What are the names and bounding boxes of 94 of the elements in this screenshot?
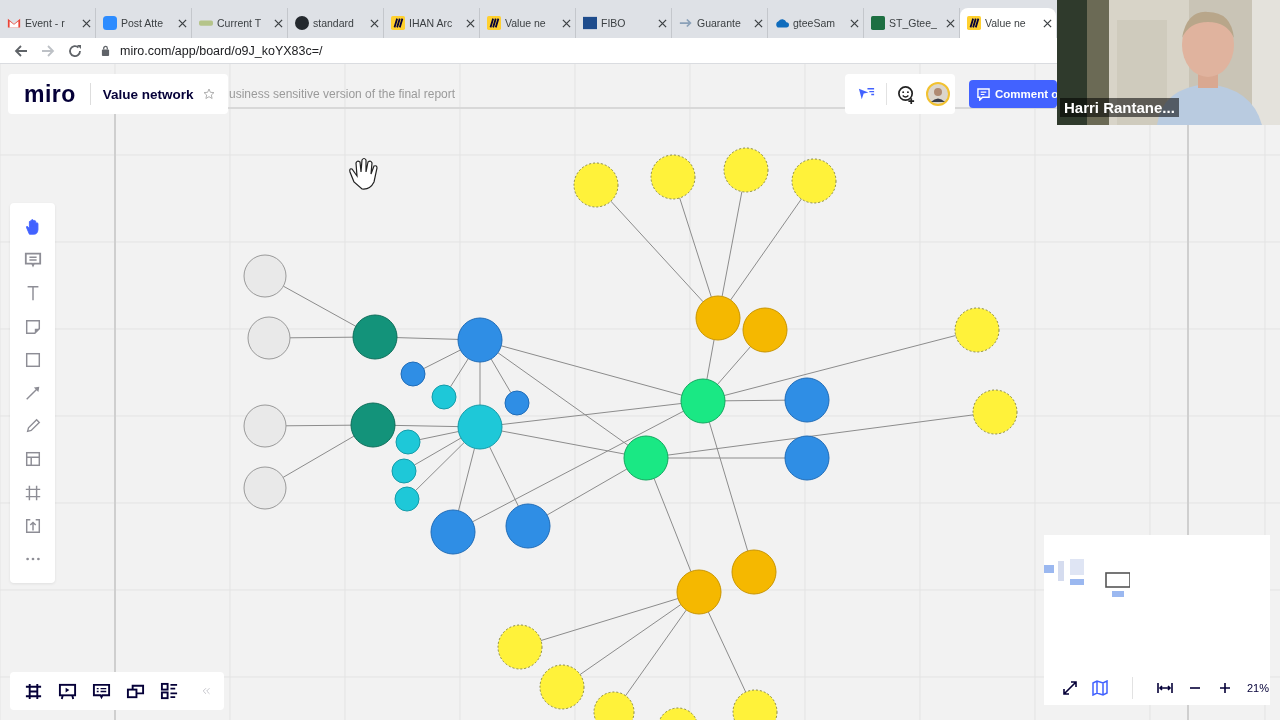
add-reaction-icon[interactable] — [897, 84, 916, 104]
logo-icon — [967, 16, 981, 30]
diagram-node — [497, 624, 543, 670]
diagram-node — [457, 317, 503, 363]
tab-title: Event - r — [25, 17, 66, 29]
participant-name: Harri Rantane... — [1060, 98, 1179, 117]
close-icon[interactable] — [466, 18, 475, 28]
diagram-node — [243, 254, 287, 298]
square-icon[interactable] — [23, 350, 42, 369]
diagram-node — [539, 664, 585, 710]
close-icon[interactable] — [850, 18, 859, 28]
close-icon[interactable] — [562, 18, 571, 28]
tab-title: Current T — [217, 17, 263, 29]
diagram-node — [676, 569, 722, 615]
lock-icon — [101, 45, 110, 56]
close-icon[interactable] — [754, 18, 763, 28]
tab-title: Value ne — [985, 17, 1027, 29]
sticky-note-icon[interactable] — [23, 317, 42, 336]
fullscreen-icon[interactable] — [1062, 680, 1078, 696]
close-icon[interactable] — [178, 18, 187, 28]
fit-width-icon[interactable] — [1157, 680, 1173, 696]
tab-title: Value ne — [505, 17, 547, 29]
diagram-node — [742, 307, 788, 353]
close-icon[interactable] — [1043, 18, 1052, 28]
camera-icon — [103, 16, 117, 30]
mail-icon — [7, 16, 21, 30]
tab-title: ST_Gtee_ — [889, 17, 938, 29]
tab-title: Post Atte — [121, 17, 165, 29]
comment-icon[interactable] — [92, 681, 111, 701]
diagram-node — [394, 486, 420, 512]
reload-icon[interactable] — [68, 43, 82, 58]
connector-line — [706, 339, 715, 380]
logo-icon — [391, 16, 405, 30]
diagram-node — [400, 361, 426, 387]
back-icon[interactable] — [14, 43, 28, 58]
diagram-node — [657, 707, 699, 720]
hand-icon[interactable] — [23, 218, 42, 236]
map-icon[interactable] — [1092, 680, 1108, 696]
diagram-node — [593, 691, 635, 720]
arrow-icon — [679, 16, 693, 30]
star-icon[interactable] — [202, 88, 215, 100]
logo-icon — [583, 16, 597, 30]
diagram-node — [784, 435, 830, 481]
close-icon[interactable] — [82, 18, 91, 28]
connector-line — [724, 399, 786, 402]
diagram-node — [695, 295, 741, 341]
diagram-node — [791, 158, 837, 204]
diagram-node — [352, 314, 398, 360]
diagram-node — [680, 378, 726, 424]
miro-logo[interactable]: miro — [24, 80, 76, 108]
round-logo-icon — [295, 16, 309, 30]
close-icon[interactable] — [658, 18, 667, 28]
diagram-node — [732, 689, 778, 720]
tab-title: standard — [313, 17, 355, 29]
tab-title: FIBO — [601, 17, 627, 29]
close-icon[interactable] — [274, 18, 283, 28]
diagram-node — [784, 377, 830, 423]
cloud-icon — [775, 16, 789, 30]
connector-line — [394, 424, 459, 428]
presentation-icon[interactable] — [58, 681, 77, 701]
diagram-node — [623, 435, 669, 481]
template-icon[interactable] — [23, 450, 42, 469]
diagram-node — [723, 147, 769, 193]
diagram-node — [650, 154, 696, 200]
diagram-node — [391, 458, 417, 484]
connector-line — [289, 336, 354, 339]
diagram-node — [505, 503, 551, 549]
board-title[interactable]: Value network — [102, 86, 194, 102]
hand-cursor-icon — [349, 157, 378, 190]
tab-title: IHAN Arc — [409, 17, 454, 29]
comment-icon — [977, 87, 990, 101]
spreadsheet-icon — [871, 16, 885, 30]
connector-line — [285, 424, 352, 427]
tab-title: gteeSam — [793, 17, 837, 29]
diagram-node — [430, 509, 476, 555]
zoom-in-icon[interactable] — [1217, 680, 1233, 696]
diagram-node — [573, 162, 619, 208]
close-icon[interactable] — [946, 18, 955, 28]
diagram-node — [954, 307, 1000, 353]
diagram-node — [972, 389, 1018, 435]
connector-line — [396, 337, 459, 340]
upload-icon[interactable] — [23, 516, 42, 535]
frame-icon[interactable] — [24, 681, 43, 701]
browser-tab[interactable]: Value ne — [960, 8, 1056, 38]
zoom-level[interactable]: 21% — [1247, 682, 1270, 694]
close-icon[interactable] — [370, 18, 379, 28]
connector-line — [479, 361, 481, 406]
board-description: usiness sensitive version of the final report — [229, 87, 456, 101]
card-list-icon[interactable] — [160, 681, 179, 701]
diagram-node — [731, 549, 777, 595]
tab-title: Guarante — [697, 17, 742, 29]
logo-icon — [487, 16, 501, 30]
address-field[interactable]: miro.com/app/board/o9J_koYX83c=/ — [120, 43, 323, 58]
avatar[interactable] — [926, 82, 950, 106]
